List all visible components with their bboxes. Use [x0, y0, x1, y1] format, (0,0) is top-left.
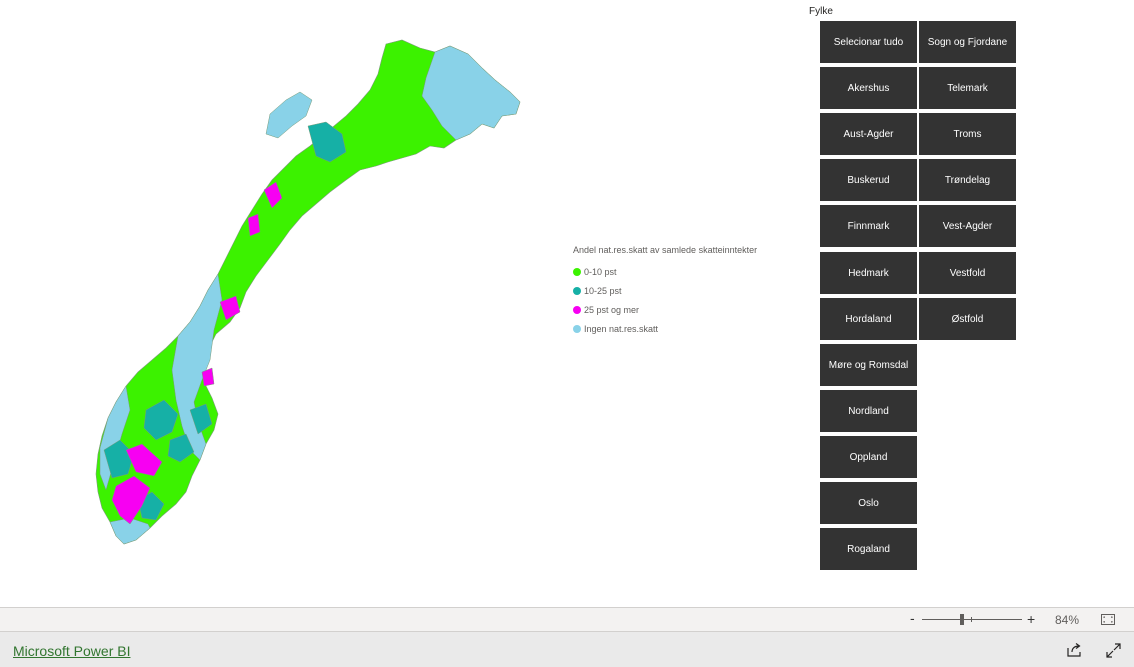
slicer-button[interactable]: Aust-Agder: [820, 113, 917, 155]
slicer-button[interactable]: Rogaland: [820, 528, 917, 570]
legend-dot-25-plus-icon: [573, 305, 581, 314]
legend-label: 0-10 pst: [584, 266, 617, 277]
slicer-button[interactable]: Møre og Romsdal: [820, 344, 917, 386]
slicer-button[interactable]: Vest-Agder: [919, 205, 1016, 247]
slicer-button[interactable]: Trøndelag: [919, 159, 1016, 201]
slicer-button[interactable]: Hordaland: [820, 298, 917, 340]
zoom-bar: - + 84%: [0, 607, 1134, 631]
legend-dot-10-25-icon: [573, 286, 581, 295]
slicer-button[interactable]: Selecionar tudo: [820, 21, 917, 63]
slicer-button[interactable]: Troms: [919, 113, 1016, 155]
slicer-button[interactable]: Finnmark: [820, 205, 917, 247]
legend-dot-none-icon: [573, 324, 581, 333]
legend-title: Andel nat.res.skatt av samlede skatteinn…: [573, 245, 758, 255]
slicer-button[interactable]: Vestfold: [919, 252, 1016, 294]
norway-map[interactable]: [90, 30, 530, 550]
share-icon[interactable]: [1067, 643, 1082, 657]
slicer-button[interactable]: Buskerud: [820, 159, 917, 201]
zoom-value: 84%: [1055, 613, 1080, 627]
legend-label: 10-25 pst: [584, 285, 622, 296]
legend-dot-0-10-icon: [573, 267, 581, 276]
legend-label: 25 pst og mer: [584, 304, 640, 315]
power-bi-link[interactable]: Microsoft Power BI: [13, 643, 130, 659]
norway-map-svg: [95, 39, 521, 545]
legend-item-0-10[interactable]: 0-10 pst: [573, 262, 757, 281]
expand-icon[interactable]: [1106, 643, 1121, 658]
report-canvas: Andel nat.res.skatt av samlede skatteinn…: [0, 0, 1134, 607]
zoom-slider-tick: [971, 617, 972, 622]
zoom-out-button[interactable]: -: [910, 610, 915, 626]
legend-item-25-plus[interactable]: 25 pst og mer: [573, 300, 757, 319]
slicer-button[interactable]: Akershus: [820, 67, 917, 109]
slicer-button[interactable]: Hedmark: [820, 252, 917, 294]
slicer-button[interactable]: Østfold: [919, 298, 1016, 340]
slicer-button[interactable]: Sogn og Fjordane: [919, 21, 1016, 63]
fit-to-page-icon[interactable]: [1101, 614, 1115, 625]
legend-label: Ingen nat.res.skatt: [584, 323, 659, 334]
legend-item-none[interactable]: Ingen nat.res.skatt: [573, 319, 757, 338]
slicer-button[interactable]: Nordland: [820, 390, 917, 432]
map-legend: Andel nat.res.skatt av samlede skatteinn…: [573, 245, 757, 338]
footer: Microsoft Power BI: [0, 631, 1134, 667]
map-region-magenta-helgeland[interactable]: [247, 213, 261, 237]
zoom-slider-thumb[interactable]: [960, 614, 964, 625]
slicer-button[interactable]: Telemark: [919, 67, 1016, 109]
zoom-in-button[interactable]: +: [1027, 611, 1035, 627]
zoom-slider-track[interactable]: [922, 619, 1022, 620]
slicer-button[interactable]: Oslo: [820, 482, 917, 524]
slicer-button[interactable]: Oppland: [820, 436, 917, 478]
slicer-title: Fylke: [809, 6, 833, 17]
map-region-troms-coast[interactable]: [265, 91, 313, 139]
legend-item-10-25[interactable]: 10-25 pst: [573, 281, 757, 300]
